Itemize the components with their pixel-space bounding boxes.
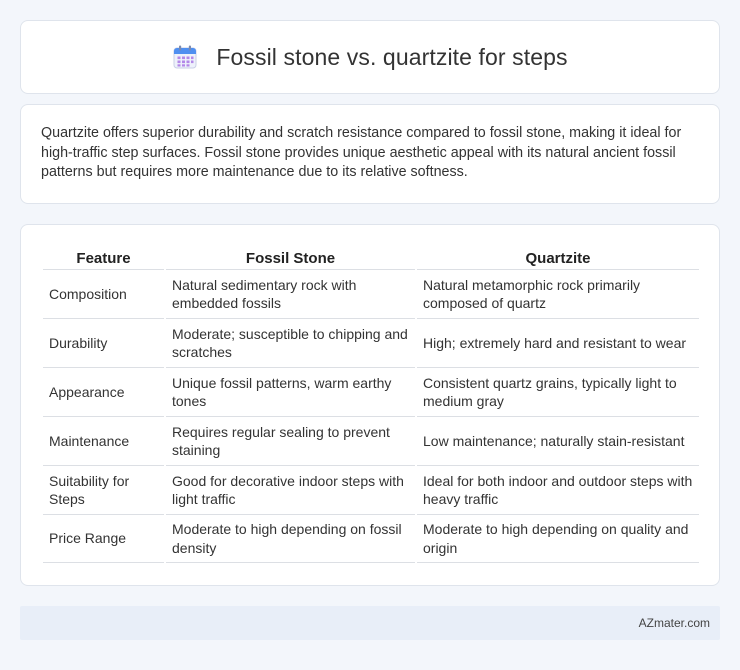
comparison-table: Feature Fossil Stone Quartzite Compositi… [41,247,701,563]
title-wrap: Fossil stone vs. quartzite for steps [172,43,568,71]
comparison-table-card: Feature Fossil Stone Quartzite Compositi… [20,224,720,586]
header-quartzite: Quartzite [525,250,591,267]
page-title: Fossil stone vs. quartzite for steps [216,43,568,70]
fossil-stone-cell: Good for decorative indoor steps with li… [166,465,415,514]
feature-cell: Price Range [43,514,164,563]
summary-text: Quartzite offers superior durability and… [41,125,682,181]
table-row: Price Range Moderate to high depending o… [43,514,699,563]
quartzite-cell: Low maintenance; naturally stain-resista… [417,416,699,465]
footer-bar: AZmater.com [20,606,720,640]
table-row: Durability Moderate; susceptible to chip… [43,318,699,367]
feature-cell: Maintenance [43,416,164,465]
header-fossil-stone: Fossil Stone [245,250,336,267]
title-card: Fossil stone vs. quartzite for steps [20,20,720,94]
table-row: Maintenance Requires regular sealing to … [43,416,699,465]
footer-brand: AZmater.com [638,616,710,630]
fossil-stone-cell: Requires regular sealing to prevent stai… [166,416,415,465]
quartzite-cell: Moderate to high depending on quality an… [417,514,699,563]
table-header-row: Feature Fossil Stone Quartzite [43,247,699,269]
fossil-stone-cell: Unique fossil patterns, warm earthy tone… [166,367,415,416]
table-row: Suitability for Steps Good for decorativ… [43,465,699,514]
fossil-stone-cell: Moderate to high depending on fossil den… [166,514,415,563]
summary-card: Quartzite offers superior durability and… [20,104,720,204]
fossil-stone-cell: Natural sedimentary rock with embedded f… [166,269,415,318]
quartzite-cell: High; extremely hard and resistant to we… [417,318,699,367]
quartzite-cell: Ideal for both indoor and outdoor steps … [417,465,699,514]
feature-cell: Composition [43,269,164,318]
header-feature: Feature [76,250,131,267]
feature-cell: Durability [43,318,164,367]
fossil-stone-cell: Moderate; susceptible to chipping and sc… [166,318,415,367]
quartzite-cell: Natural metamorphic rock primarily compo… [417,269,699,318]
table-row: Composition Natural sedimentary rock wit… [43,269,699,318]
quartzite-cell: Consistent quartz grains, typically ligh… [417,367,699,416]
feature-cell: Suitability for Steps [43,465,164,514]
table-row: Appearance Unique fossil patterns, warm … [43,367,699,416]
calendar-icon [172,44,198,70]
feature-cell: Appearance [43,367,164,416]
